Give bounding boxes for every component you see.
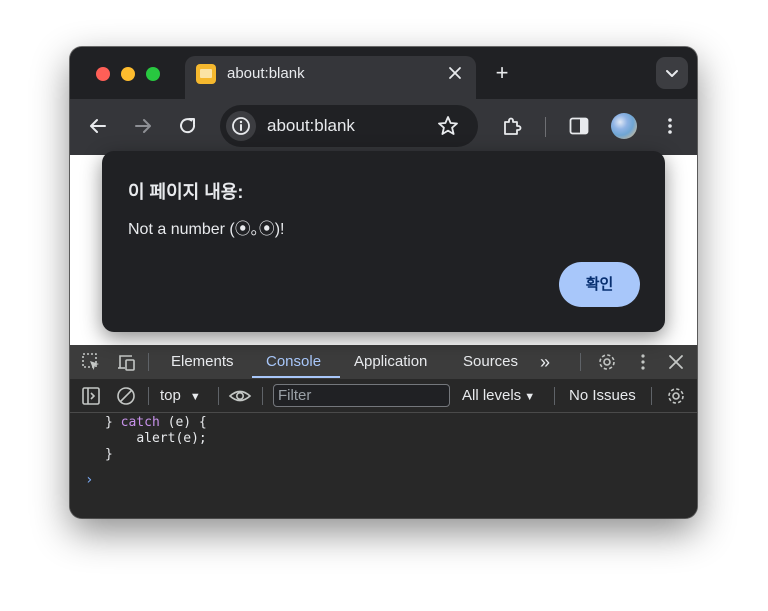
dropdown-triangle-icon: ▼ [189,391,201,403]
clear-console-icon[interactable] [114,384,138,408]
profile-avatar[interactable] [611,113,637,139]
settings-gear-icon[interactable] [595,350,619,374]
dropdown-triangle-icon: ▼ [524,391,536,403]
back-arrow-icon[interactable] [86,114,110,138]
device-toolbar-icon[interactable] [114,350,138,374]
new-tab-button[interactable]: + [490,62,514,86]
ok-button[interactable]: 확인 [559,262,640,307]
filterbar-divider [554,387,555,405]
dialog-title: 이 페이지 내용: [128,182,244,202]
tabbar-divider [580,353,581,371]
devtools-menu-icon[interactable] [631,350,655,374]
devtools-close-icon[interactable] [664,350,688,374]
browser-tab[interactable]: about:blank [185,56,476,99]
close-icon[interactable] [444,62,466,84]
page-favicon-icon [196,64,216,84]
code-line: alert(e); [136,431,207,446]
browser-window: about:blank + about:blank 이 페이지 내용: Not … [70,47,697,518]
code-line: } [105,447,113,462]
window-maximize-button[interactable] [146,67,160,81]
live-expression-eye-icon[interactable] [228,384,252,408]
filter-input[interactable] [273,384,450,407]
tab-application[interactable]: Application [354,345,427,379]
window-close-button[interactable] [96,67,110,81]
inspect-element-icon[interactable] [79,350,103,374]
forward-arrow-icon[interactable] [131,114,155,138]
context-selector[interactable]: top ▼ [160,379,201,413]
address-bar[interactable]: about:blank [220,105,478,147]
log-levels-dropdown[interactable]: All levels ▼ [462,379,535,413]
console-settings-gear-icon[interactable] [664,384,688,408]
tab-strip: about:blank + [70,47,697,99]
reload-icon[interactable] [176,114,200,138]
issues-counter[interactable]: No Issues [569,379,636,413]
log-levels-label: All levels [462,387,522,404]
window-minimize-button[interactable] [121,67,135,81]
filterbar-divider [218,387,219,405]
filterbar-divider [262,387,263,405]
devtools-panel: Elements Console Application Sources » t… [70,345,697,518]
code-line: } catch (e) { [105,415,207,430]
console-output: } catch (e) { alert(e); } › [70,413,697,518]
extensions-puzzle-icon[interactable] [500,114,524,138]
tabbar-divider [148,353,149,371]
toolbar-divider [545,117,546,137]
active-tab-indicator [252,376,340,378]
bookmark-star-icon[interactable] [436,114,460,138]
kebab-menu-icon[interactable] [658,114,682,138]
tab-title: about:blank [227,65,305,82]
tab-search-button[interactable] [656,57,688,89]
tab-elements[interactable]: Elements [171,345,234,379]
alert-dialog: 이 페이지 내용: Not a number (⦿｡⦿)! 확인 [102,151,665,332]
browser-toolbar: about:blank [70,99,697,155]
tab-sources[interactable]: Sources [463,345,518,379]
console-prompt[interactable]: › [85,472,93,488]
sidebar-toggle-icon[interactable] [79,384,103,408]
dialog-message: Not a number (⦿｡⦿)! [128,221,285,238]
context-selector-label: top [160,387,181,404]
tab-console[interactable]: Console [266,345,321,379]
site-info-icon[interactable] [226,111,256,141]
url-text: about:blank [267,116,355,135]
side-panel-icon[interactable] [567,114,591,138]
filterbar-divider [148,387,149,405]
filterbar-divider [651,387,652,405]
console-filterbar: top▼ All levels▼ No Issues [70,379,697,413]
devtools-tabbar: Elements Console Application Sources » [70,345,697,379]
more-tabs-chevron-icon[interactable]: » [540,345,550,379]
